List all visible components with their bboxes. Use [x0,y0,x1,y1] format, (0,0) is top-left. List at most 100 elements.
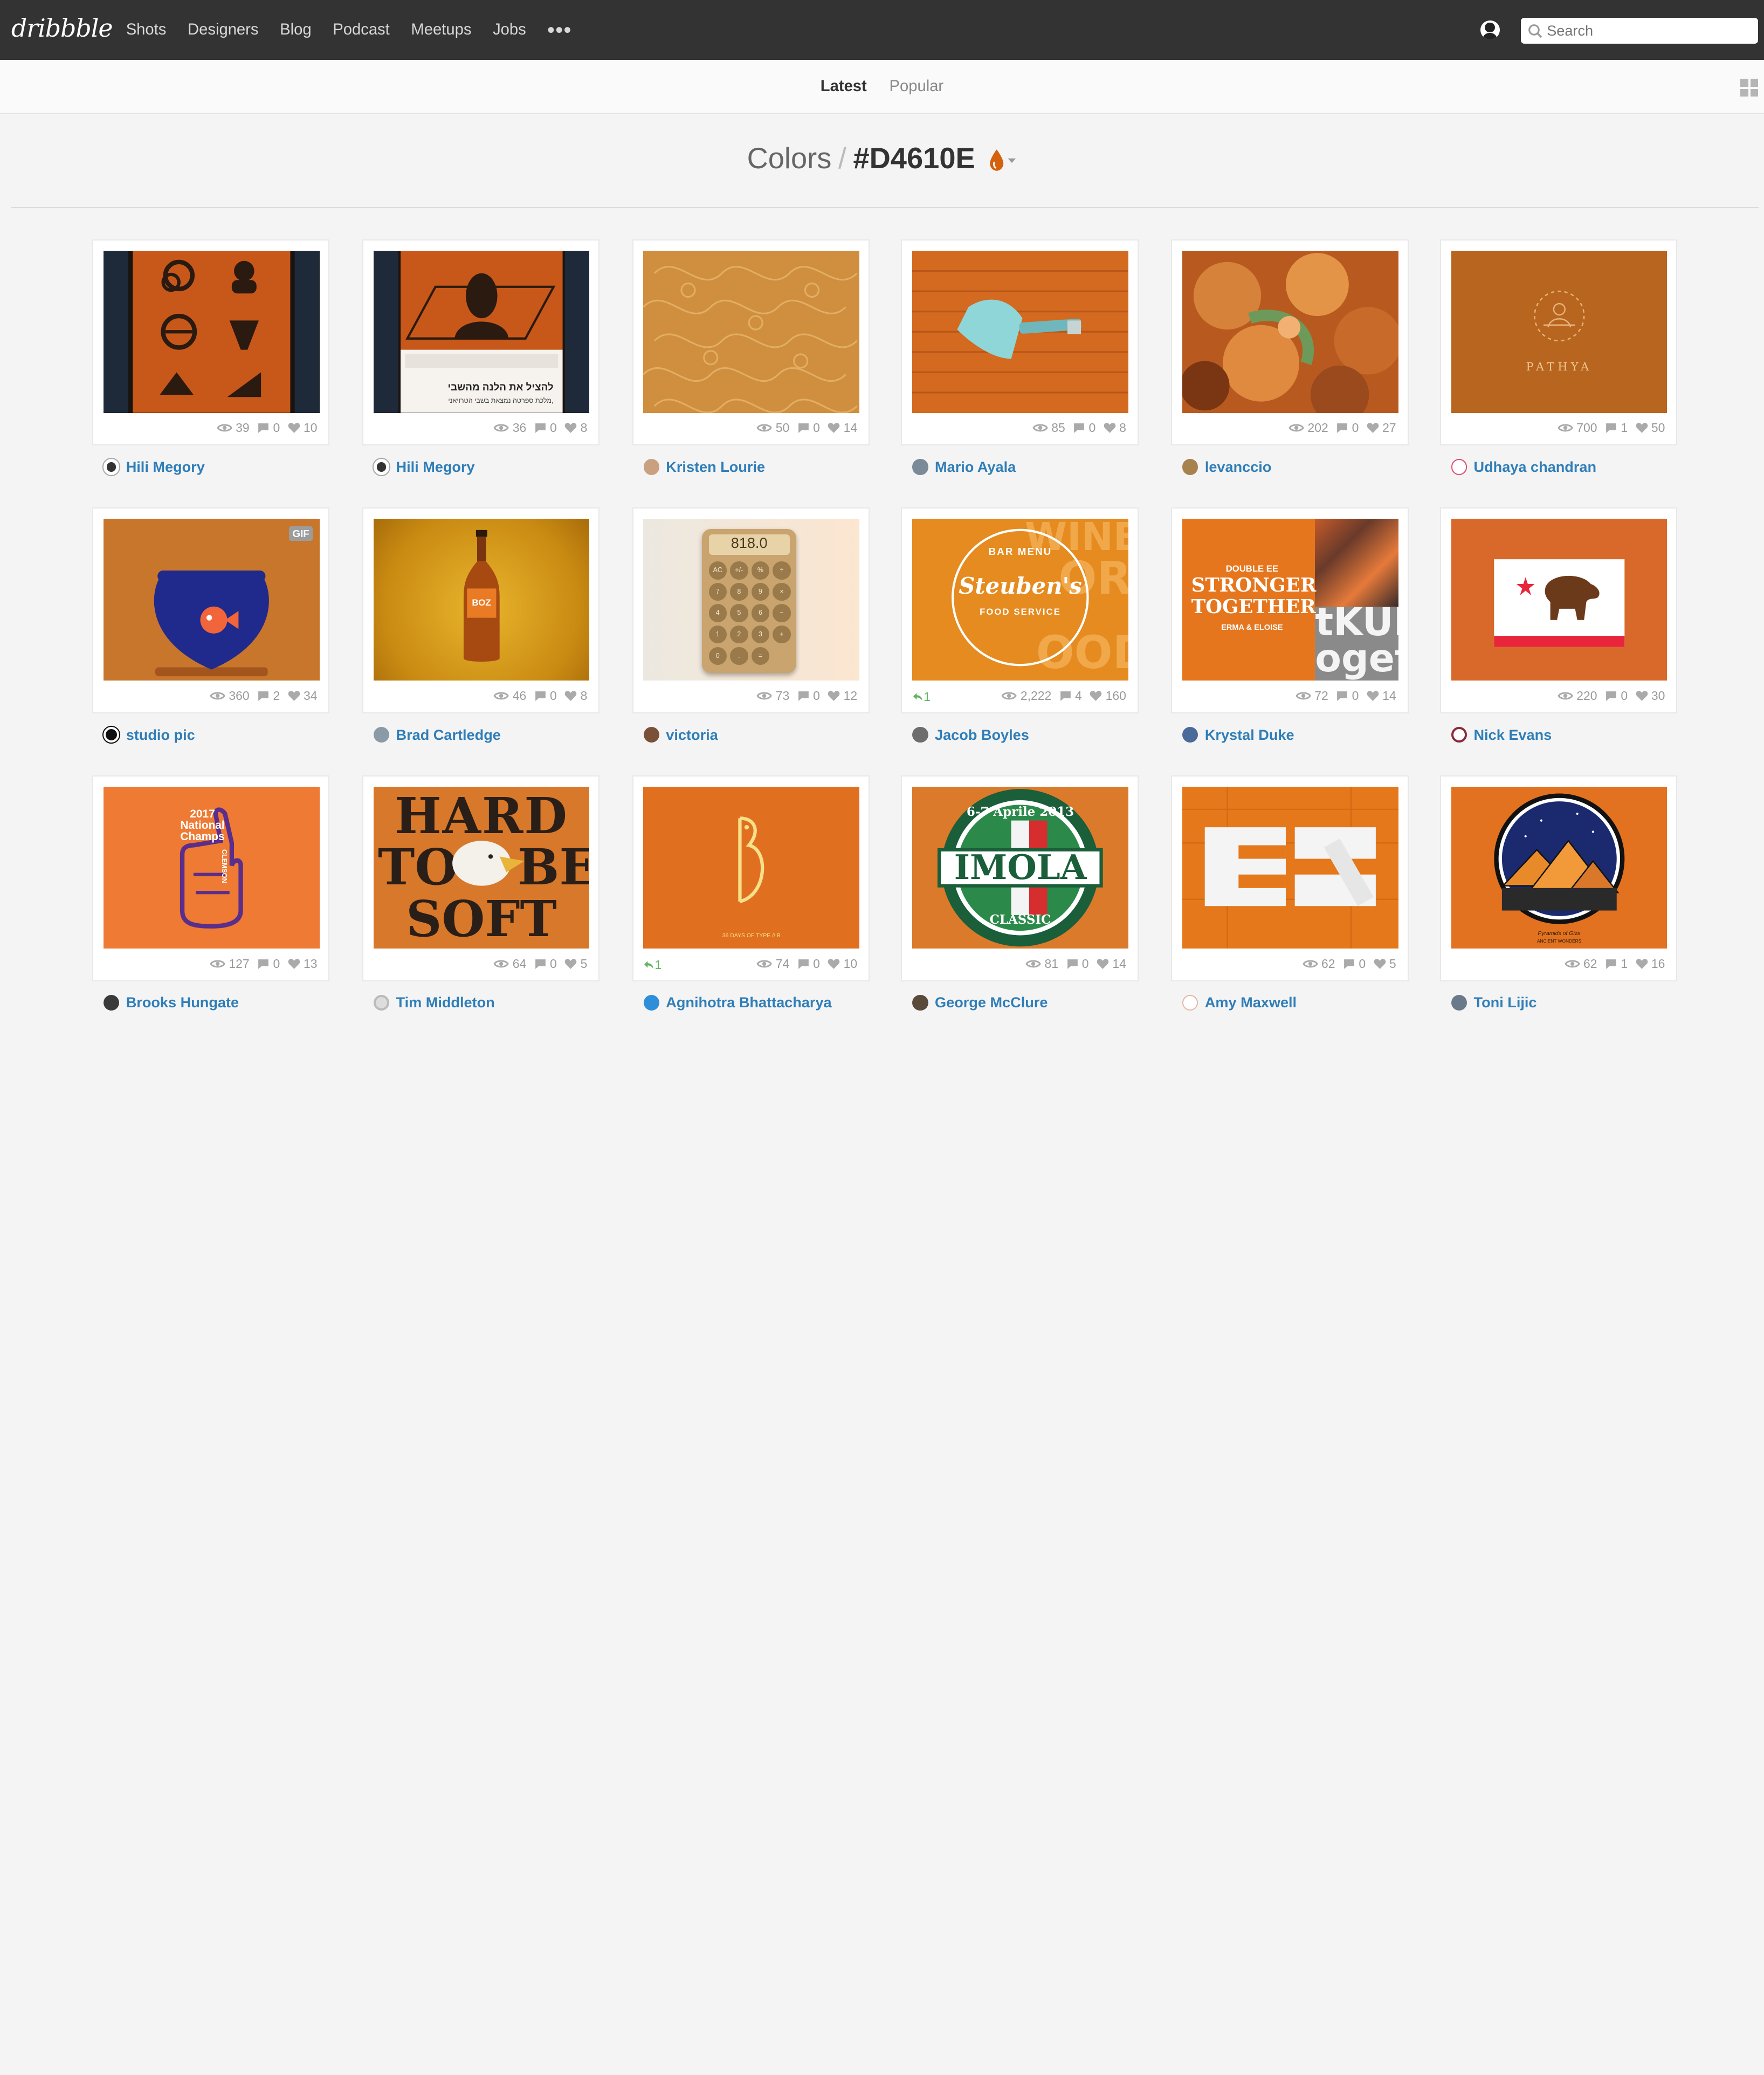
more-menu-icon[interactable]: ••• [547,18,572,42]
author-avatar[interactable] [1182,727,1198,743]
shot-card[interactable]: 85 0 8 [901,239,1139,446]
nav-designers-link[interactable]: Designers [188,21,258,39]
shot-thumbnail[interactable]: IMOLA 6-7 Aprile 2013 CLASSIC [912,786,1128,949]
likes-icon[interactable] [1367,422,1379,434]
rebound-indicator[interactable]: 1 [643,958,662,972]
author-name[interactable]: Hili Megory [126,458,205,476]
tab-popular[interactable]: Popular [890,78,944,95]
shot-author[interactable]: Kristen Lourie [643,457,765,477]
shot-card[interactable]: 36 DAYS OF TYPE // B 1 74 0 10 [632,775,870,981]
shot-thumbnail[interactable]: BOZ [373,518,590,681]
shot-author[interactable]: Brad Cartledge [373,725,501,745]
author-avatar[interactable] [373,994,389,1011]
shot-author[interactable]: Amy Maxwell [1182,992,1297,1013]
likes-icon[interactable] [828,422,840,434]
author-avatar[interactable] [1451,994,1467,1011]
shot-author[interactable]: levanccio [1182,457,1271,477]
author-name[interactable]: Amy Maxwell [1205,994,1297,1011]
shot-thumbnail[interactable]: PATHYA [1451,251,1667,413]
author-avatar[interactable] [1451,459,1467,475]
author-avatar[interactable] [912,727,928,743]
shot-author[interactable]: Nick Evans [1451,725,1552,745]
author-name[interactable]: Jacob Boyles [935,726,1029,744]
shot-author[interactable]: Tim Middleton [373,992,495,1013]
author-name[interactable]: Brooks Hungate [126,994,239,1011]
shot-author[interactable]: victoria [643,725,718,745]
author-avatar[interactable] [643,727,659,743]
shot-thumbnail[interactable] [103,251,320,413]
shot-thumbnail[interactable] [1182,786,1398,949]
shot-card[interactable]: 818.0 AC +/-% ÷ 7 8 9 × 4 5 6−1 2 3 +0. = 73 0 12 [632,507,870,713]
likes-icon[interactable] [828,690,840,702]
nav-podcast-link[interactable]: Podcast [333,21,390,39]
shot-card[interactable]: HARD TO BE SOFT 64 0 5 [362,775,600,981]
dribbble-logo[interactable]: dribbble [11,13,113,43]
shot-thumbnail[interactable]: להציל את הלנה מהשבי מלכת ספרטה נמצאת בשב… [373,251,590,413]
nav-blog-link[interactable]: Blog [280,21,311,39]
shot-thumbnail[interactable]: HARD TO BE SOFT [373,786,590,949]
nav-shots-link[interactable]: Shots [126,21,167,39]
shot-author[interactable]: Krystal Duke [1182,725,1294,745]
shot-thumbnail[interactable]: Pyramids of Giza ANCIENT WONDERS [1451,786,1667,949]
likes-icon[interactable] [1367,690,1379,702]
shot-thumbnail[interactable] [643,251,860,413]
color-drop-icon[interactable] [988,148,1017,173]
shot-card[interactable]: 202 0 27 [1171,239,1409,446]
shot-card[interactable]: 2017 National Champs CLEMSON 127 0 13 [92,775,330,981]
shot-card[interactable]: 39 0 10 [92,239,330,446]
shot-thumbnail[interactable]: GIF [103,518,320,681]
likes-icon[interactable] [1097,958,1109,970]
shot-author[interactable]: Mario Ayala [912,457,1016,477]
shot-card[interactable]: 220 0 30 [1439,507,1678,713]
shot-author[interactable]: Agnihotra Bhattacharya [643,992,832,1013]
shot-thumbnail[interactable]: 36 DAYS OF TYPE // B [643,786,860,949]
author-avatar[interactable] [373,727,389,743]
author-name[interactable]: studio pic [126,726,195,744]
author-avatar[interactable] [912,459,928,475]
shot-card[interactable]: WINES OR OOD BAR MENU Steuben's FOOD SER… [901,507,1139,713]
author-avatar[interactable] [1451,727,1467,743]
author-name[interactable]: Udhaya chandran [1474,458,1596,476]
shot-thumbnail[interactable]: 818.0 AC +/-% ÷ 7 8 9 × 4 5 6− 1 2 3 +0. = [643,518,860,681]
grid-view-icon[interactable] [1740,79,1759,97]
author-name[interactable]: Brad Cartledge [396,726,501,744]
search-input[interactable] [1547,22,1749,40]
shot-author[interactable]: George McClure [912,992,1048,1013]
shot-card[interactable]: GIF 360 2 34 [92,507,330,713]
likes-icon[interactable] [1104,422,1116,434]
likes-icon[interactable] [1636,690,1648,702]
author-avatar[interactable] [912,994,928,1011]
author-name[interactable]: Tim Middleton [396,994,495,1011]
shot-thumbnail[interactable]: 2017 National Champs CLEMSON [103,786,320,949]
shot-card[interactable]: Pyramids of Giza ANCIENT WONDERS 62 1 16 [1439,775,1678,981]
author-avatar[interactable] [103,459,120,475]
likes-icon[interactable] [1636,422,1648,434]
shot-author[interactable]: studio pic [103,725,195,745]
likes-icon[interactable] [564,422,577,434]
author-avatar[interactable] [643,994,659,1011]
likes-icon[interactable] [564,690,577,702]
shot-thumbnail[interactable]: tKUN oget DOUBLE EE STRONGER TOGETHER ER… [1182,518,1398,681]
shot-card[interactable]: BOZ 46 0 8 [362,507,600,713]
likes-icon[interactable] [564,958,577,970]
likes-icon[interactable] [1636,958,1648,970]
shot-thumbnail[interactable] [1182,251,1398,413]
shot-thumbnail[interactable] [912,251,1128,413]
author-name[interactable]: levanccio [1205,458,1272,476]
author-avatar[interactable] [643,459,659,475]
author-avatar[interactable] [1182,994,1198,1011]
author-name[interactable]: victoria [666,726,718,744]
author-name[interactable]: Hili Megory [396,458,475,476]
shot-author[interactable]: Udhaya chandran [1451,457,1596,477]
shot-card[interactable]: 50 0 14 [632,239,870,446]
shot-thumbnail[interactable] [1451,518,1667,681]
likes-icon[interactable] [288,958,300,970]
colors-breadcrumb[interactable]: Colors [747,142,832,175]
shot-card[interactable]: IMOLA 6-7 Aprile 2013 CLASSIC 81 0 14 [901,775,1139,981]
shot-card[interactable]: להציל את הלנה מהשבי מלכת ספרטה נמצאת בשב… [362,239,600,446]
likes-icon[interactable] [288,690,300,702]
author-name[interactable]: Nick Evans [1474,726,1552,744]
nav-jobs-link[interactable]: Jobs [493,21,526,39]
shot-author[interactable]: Brooks Hungate [103,992,239,1013]
author-name[interactable]: George McClure [935,994,1048,1011]
